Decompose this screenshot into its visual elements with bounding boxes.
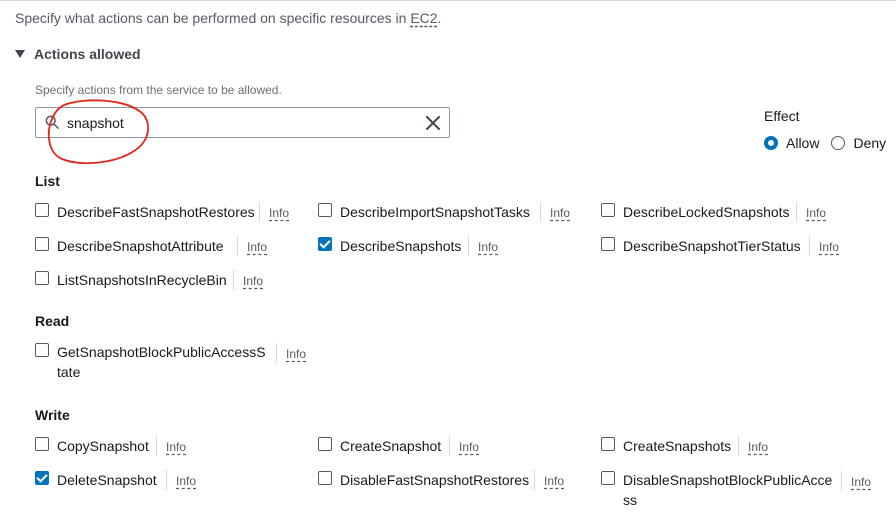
action-checkbox-item[interactable]: CreateSnapshot [318,436,441,456]
info-link[interactable]: Info [841,471,871,491]
action-name: CopySnapshot [57,438,149,454]
deny-label[interactable]: Deny [853,135,886,151]
action-name: DisableSnapshotBlockPublicAccess [623,472,833,508]
checkbox[interactable] [35,437,49,451]
effect-radio-group: Allow Deny [764,135,892,151]
action-name: DescribeSnapshotTierStatus [623,238,801,254]
actions-allowed-toggle[interactable]: Actions allowed [15,46,141,62]
checkbox[interactable] [35,271,49,285]
action-name: DisableFastSnapshotRestores [340,472,530,488]
action-name: DescribeSnapshots [340,238,462,254]
action-name: DeleteSnapshot [57,472,157,488]
info-link[interactable]: Info [534,470,564,490]
info-link[interactable]: Info [540,202,570,222]
checkbox-checked[interactable] [318,237,332,251]
checkbox-checked[interactable] [35,471,49,485]
info-link[interactable]: Info [156,436,186,456]
action-checkbox-item[interactable]: DescribeSnapshotTierStatus [601,236,801,256]
description-suffix: . [437,10,442,26]
deny-radio[interactable] [831,136,846,150]
action-name: DescribeFastSnapshotRestores [57,204,255,220]
action-checkbox-item[interactable]: DescribeFastSnapshotRestores [35,202,255,222]
actions-hint: Specify actions from the service to be a… [35,83,282,97]
info-link[interactable]: Info [468,236,498,256]
info-link[interactable]: Info [738,436,768,456]
action-name: CreateSnapshot [340,438,442,454]
action-checkbox-item[interactable]: CopySnapshot [35,436,149,456]
action-checkbox-item[interactable]: DescribeSnapshots [318,236,461,256]
action-checkbox-item[interactable]: DisableSnapshotBlockPublicAccess [601,470,837,510]
action-name: DescribeLockedSnapshots [623,204,790,220]
info-link[interactable]: Info [259,202,289,222]
info-link[interactable]: Info [449,436,479,456]
caret-down-icon [15,50,25,58]
info-link[interactable]: Info [796,202,826,222]
allow-radio[interactable] [764,136,778,150]
checkbox[interactable] [35,237,49,251]
actions-allowed-title: Actions allowed [34,46,141,62]
close-icon[interactable] [425,115,441,131]
action-name: ListSnapshotsInRecycleBin [57,272,227,288]
group-title-list: List [35,173,60,189]
search-input[interactable] [67,113,407,133]
action-checkbox-item[interactable]: DescribeImportSnapshotTasks [318,202,530,222]
action-checkbox-item[interactable]: DisableFastSnapshotRestores [318,470,529,490]
info-link[interactable]: Info [809,236,839,256]
allow-label[interactable]: Allow [786,135,819,151]
effect-label: Effect [764,108,800,124]
checkbox[interactable] [318,471,332,485]
info-link[interactable]: Info [237,236,267,256]
checkbox[interactable] [318,437,332,451]
action-name: DescribeImportSnapshotTasks [340,204,530,220]
action-name: CreateSnapshots [623,438,732,454]
action-name: GetSnapshotBlockPublicAccessState [57,344,266,380]
checkbox[interactable] [601,437,615,451]
action-checkbox-item[interactable]: DescribeSnapshotAttribute [35,236,224,256]
search-icon [45,115,59,129]
action-checkbox-item[interactable]: DeleteSnapshot [35,470,157,490]
description-text: Specify what actions can be performed on… [15,10,411,26]
action-checkbox-item[interactable]: CreateSnapshots [601,436,731,456]
info-link[interactable]: Info [276,343,306,363]
action-checkbox-item[interactable]: ListSnapshotsInRecycleBin [35,270,227,290]
checkbox[interactable] [35,343,49,357]
group-title-write: Write [35,407,70,423]
checkbox[interactable] [601,237,615,251]
checkbox[interactable] [601,203,615,217]
top-divider [0,0,896,1]
checkbox[interactable] [601,471,615,485]
service-link[interactable]: EC2 [410,10,437,26]
checkbox[interactable] [35,203,49,217]
info-link[interactable]: Info [166,470,196,490]
search-box [35,107,450,138]
action-name: DescribeSnapshotAttribute [57,238,224,254]
action-checkbox-item[interactable]: GetSnapshotBlockPublicAccessState [35,342,267,382]
section-description: Specify what actions can be performed on… [15,10,441,26]
action-checkbox-item[interactable]: DescribeLockedSnapshots [601,202,790,222]
checkbox[interactable] [318,203,332,217]
info-link[interactable]: Info [233,270,263,290]
group-title-read: Read [35,313,70,329]
